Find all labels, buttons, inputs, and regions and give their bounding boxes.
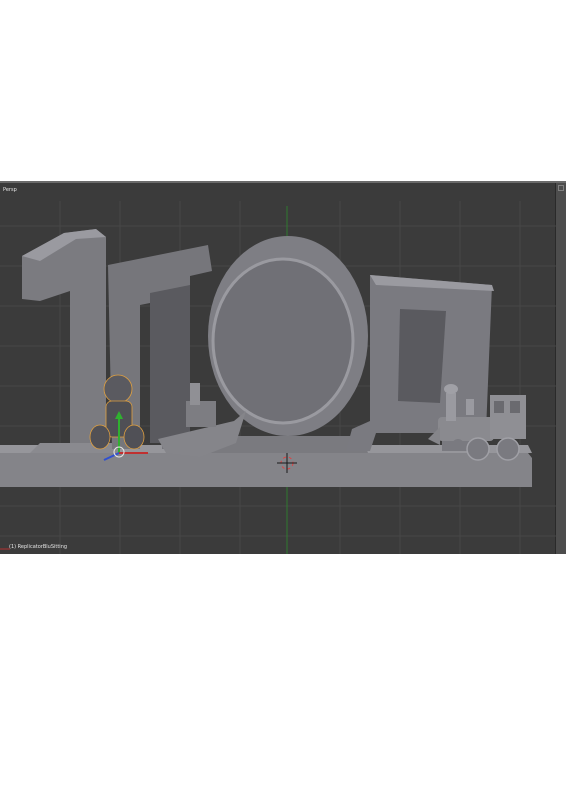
model-letter-o[interactable]: [206, 236, 368, 453]
viewport-right-toolbar[interactable]: [555, 183, 566, 554]
viewport-scene[interactable]: [0, 181, 556, 554]
view-mode-label: Persp: [3, 187, 17, 193]
3d-viewport[interactable]: Persp (1) ReplicatorBluSitting: [0, 181, 566, 554]
active-object-label: (1) ReplicatorBluSitting: [9, 544, 68, 550]
model-digit-one[interactable]: [22, 229, 120, 453]
corner-widget-icon[interactable]: [558, 185, 564, 191]
